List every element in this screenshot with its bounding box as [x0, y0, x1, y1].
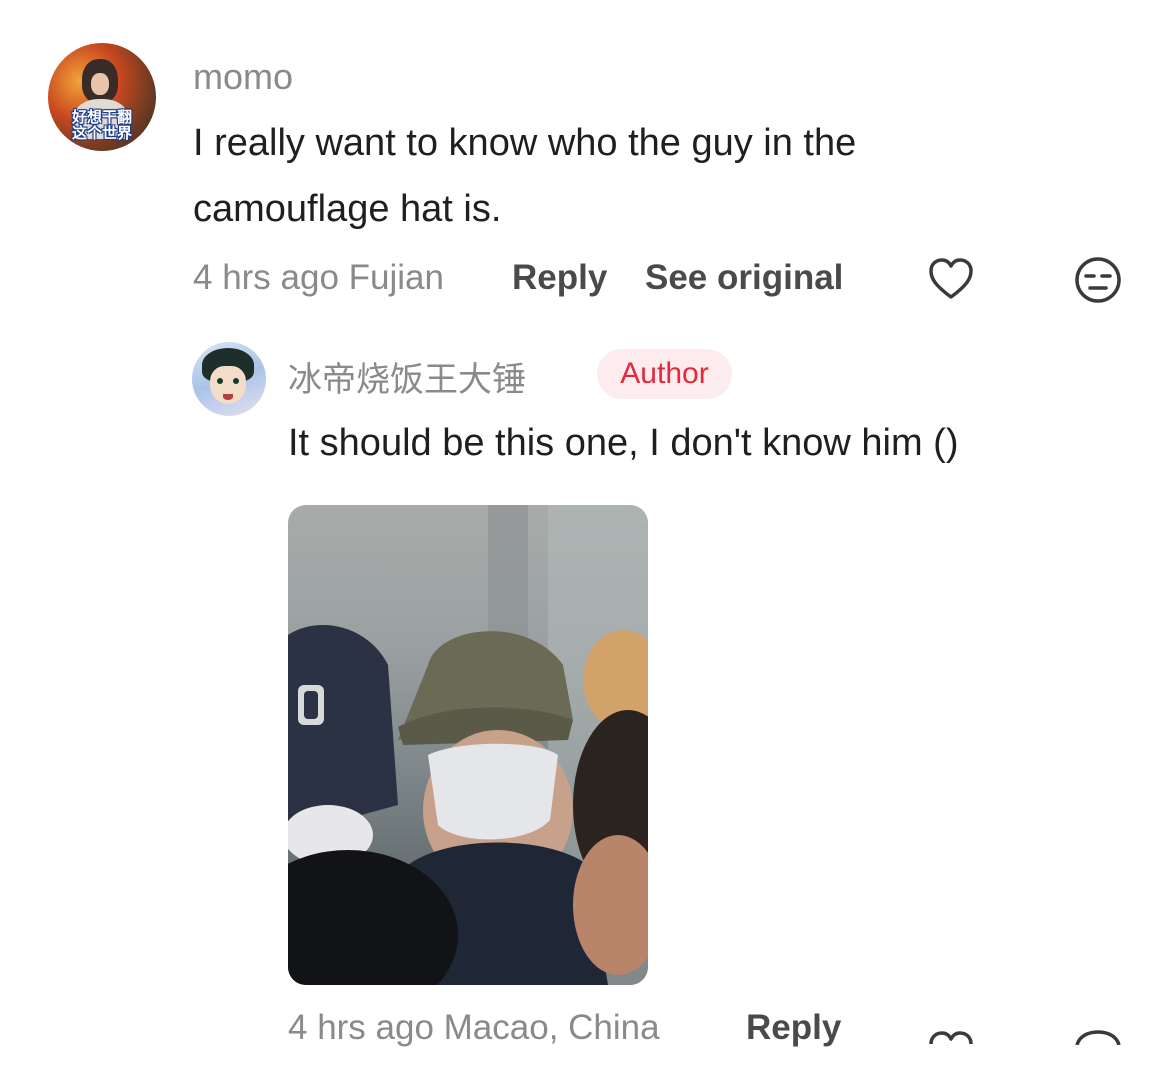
- reply-button[interactable]: Reply: [746, 1008, 841, 1048]
- avatar-author[interactable]: [192, 342, 266, 416]
- avatar-face: [82, 59, 118, 103]
- neutral-face-icon[interactable]: [1073, 1025, 1123, 1046]
- avatar-caption-line2: 这个世界: [71, 124, 132, 142]
- avatar-mouth: [223, 394, 233, 400]
- heart-icon[interactable]: [926, 1025, 976, 1075]
- comment-username[interactable]: momo: [193, 56, 293, 98]
- comment-time-location: 4 hrs ago Fujian: [193, 258, 444, 297]
- reply-username[interactable]: 冰帝烧饭王大锤: [288, 352, 526, 401]
- reply-photo[interactable]: [288, 505, 648, 985]
- avatar-momo[interactable]: 好想干翻 这个世界: [48, 43, 156, 151]
- comment-text: I really want to know who the guy in the…: [193, 110, 1093, 242]
- reply-button[interactable]: Reply: [512, 258, 607, 298]
- comment-text-line2: camouflage hat is.: [193, 188, 502, 230]
- reply-time-location: 4 hrs ago Macao, China: [288, 1008, 660, 1047]
- heart-icon[interactable]: [926, 255, 976, 305]
- comment-text-line1: I really want to know who the guy in the: [193, 122, 857, 164]
- avatar-caption-line1: 好想干翻: [71, 108, 132, 126]
- neutral-face-icon[interactable]: [1073, 255, 1123, 305]
- author-badge: Author: [597, 349, 732, 399]
- reply-text: It should be this one, I don't know him …: [288, 422, 959, 464]
- avatar-caption: 好想干翻 这个世界: [48, 109, 156, 141]
- avatar-eye: [217, 378, 223, 384]
- avatar-eye: [233, 378, 239, 384]
- photo-image: [288, 505, 648, 985]
- see-original-button[interactable]: See original: [645, 258, 843, 298]
